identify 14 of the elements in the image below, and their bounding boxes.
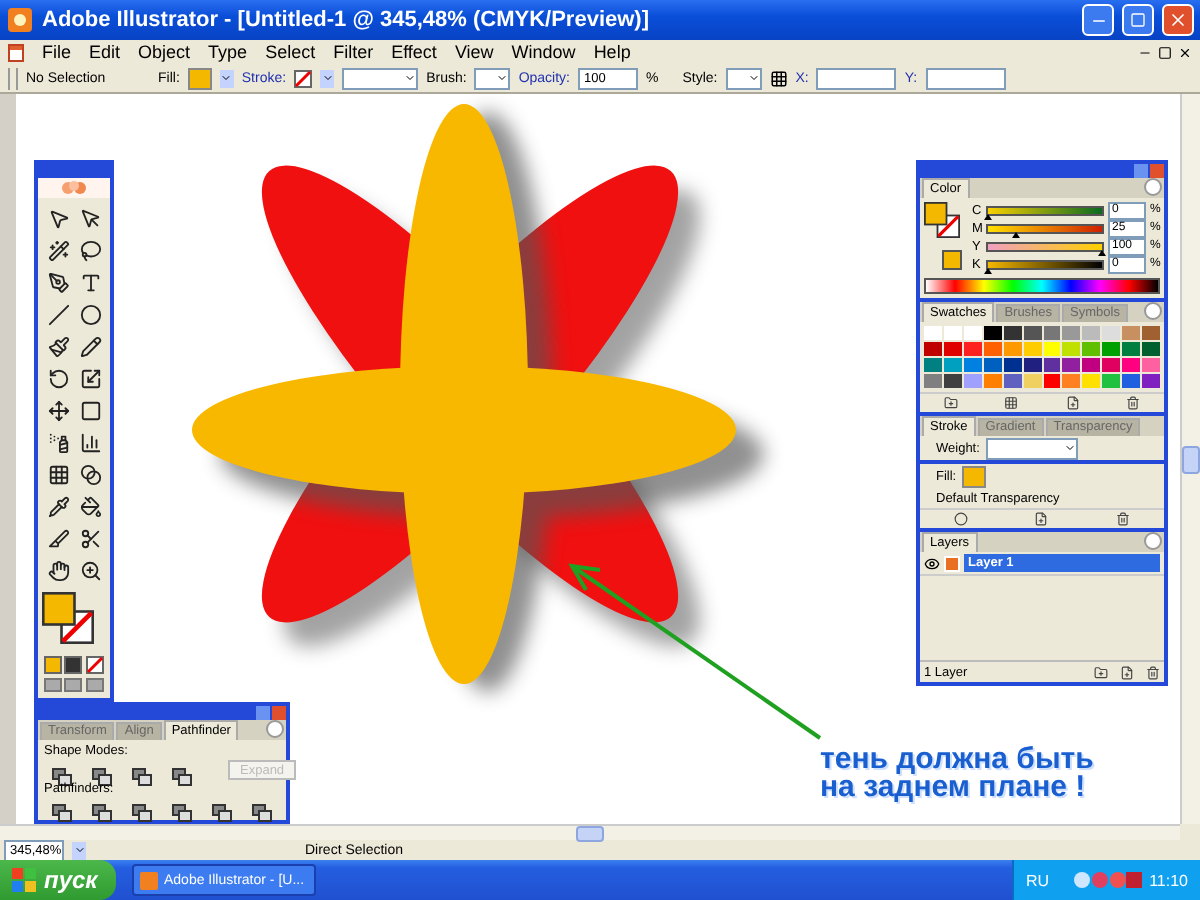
clock: 11:10 <box>1149 871 1188 889</box>
menu-item[interactable]: File <box>42 42 72 62</box>
menu-item[interactable]: Select <box>265 42 316 62</box>
window-title: Adobe Illustrator - [Untitled-1 @ 345,48% (CMYK/Preview)] <box>42 8 651 32</box>
menu-item[interactable]: Object <box>138 42 191 62</box>
menu-item[interactable]: Type <box>208 42 248 62</box>
menu-item[interactable]: Effect <box>391 42 437 62</box>
annotation-text: на заднем плане ! <box>820 774 1088 802</box>
menu-item[interactable]: Filter <box>333 42 374 62</box>
menu-item[interactable]: View <box>454 42 494 62</box>
menu-item[interactable]: Window <box>511 42 576 62</box>
menu-item[interactable]: Edit <box>89 42 121 62</box>
annotation-text: тень должна быть <box>820 746 1094 774</box>
menu-item[interactable]: Help <box>593 42 631 62</box>
